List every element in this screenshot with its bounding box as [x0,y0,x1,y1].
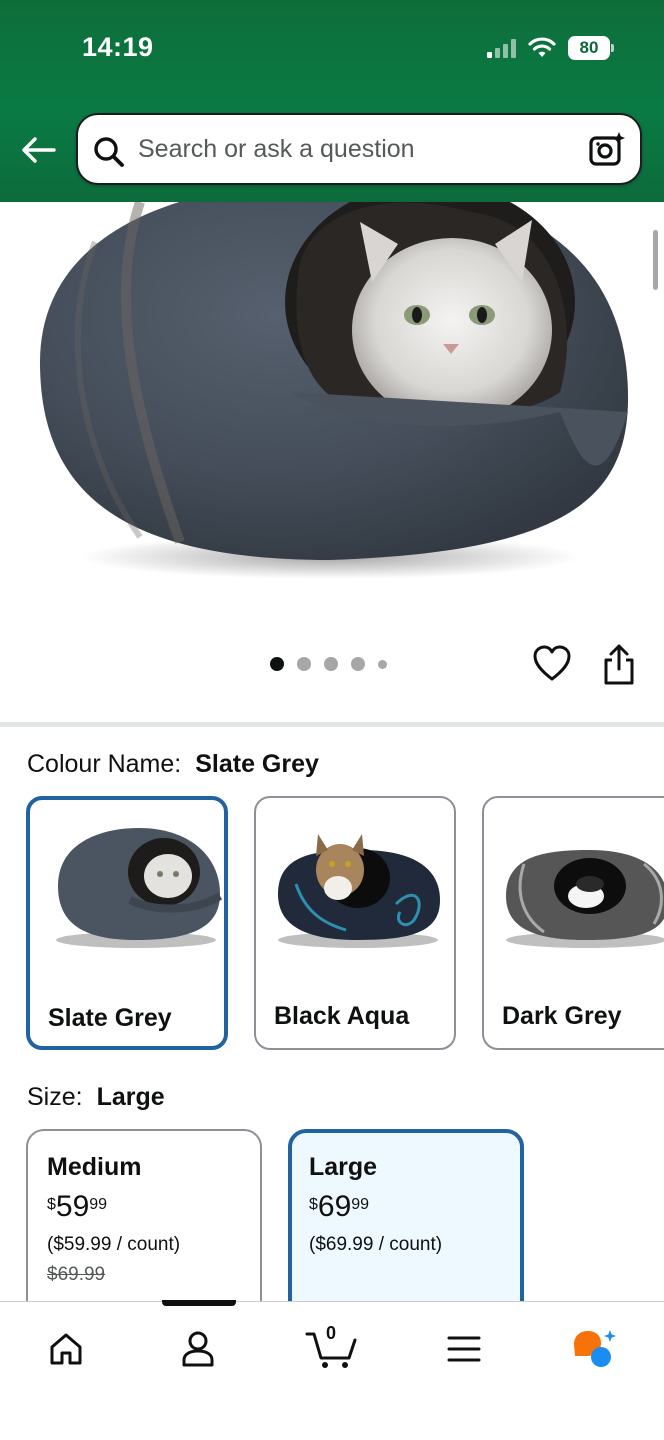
nav-account[interactable] [168,1324,228,1374]
unit-price: ($69.99 / count) [309,1234,443,1255]
status-icons: 80 [487,36,614,60]
active-tab-indicator [162,1300,236,1306]
pager-dot[interactable] [351,657,365,671]
dark-grey-thumbnail [506,850,664,948]
camera-search-icon[interactable] [588,131,626,169]
home-icon [50,1333,82,1365]
header: 14:19 80 [0,0,664,202]
cellular-signal-icon [487,38,516,58]
product-image-gallery[interactable] [0,202,664,722]
size-label: Size: Large [27,1083,165,1111]
cart-count: 0 [326,1323,337,1343]
search-input[interactable] [138,129,568,169]
price: $69 99 [309,1190,370,1223]
wishlist-button[interactable] [532,644,572,689]
colour-option-dark-grey[interactable]: Dark Grey [482,796,664,1050]
share-button[interactable] [602,644,636,691]
price: $59 99 [47,1190,108,1223]
size-option-label: Medium [47,1153,142,1181]
nav-home[interactable] [36,1324,96,1374]
pager-dot[interactable] [378,659,387,669]
back-button[interactable] [18,132,58,168]
black-aqua-thumbnail [278,834,440,948]
nav-cart[interactable]: 0 [302,1323,362,1374]
list-price: $69.99 [47,1264,106,1285]
heart-icon [533,645,571,681]
section-divider [0,722,664,727]
nav-menu[interactable] [434,1324,494,1374]
product-image [40,202,629,579]
pager-dot[interactable] [297,657,311,671]
search-icon [94,137,124,167]
colour-option-slate-grey[interactable]: Slate Grey [26,796,228,1050]
image-pager-dots[interactable] [270,657,387,671]
colour-option-label: Dark Grey [502,1002,622,1030]
pager-dot[interactable] [324,657,338,671]
share-icon [604,644,634,685]
colour-label: Colour Name: Slate Grey [27,750,319,778]
wifi-icon [528,37,556,57]
status-time: 14:19 [82,32,154,62]
selected-size: Large [96,1083,165,1111]
battery-indicator: 80 [568,36,614,60]
colour-option-label: Black Aqua [274,1002,410,1030]
account-icon [182,1331,214,1367]
bottom-nav: 0 [0,1300,664,1440]
menu-icon [447,1336,481,1362]
rufus-assistant-icon [574,1330,616,1367]
scroll-indicator [653,230,658,290]
size-option-label: Large [309,1153,378,1181]
colour-option-label: Slate Grey [48,1004,172,1032]
pager-dot[interactable] [270,657,284,671]
back-arrow-icon [22,137,56,163]
colour-option-black-aqua[interactable]: Black Aqua [254,796,456,1050]
slate-grey-thumbnail [56,828,223,948]
search-bar[interactable] [76,113,642,185]
nav-rufus[interactable] [564,1324,624,1374]
unit-price: ($59.99 / count) [47,1234,181,1255]
selected-colour: Slate Grey [195,750,319,778]
